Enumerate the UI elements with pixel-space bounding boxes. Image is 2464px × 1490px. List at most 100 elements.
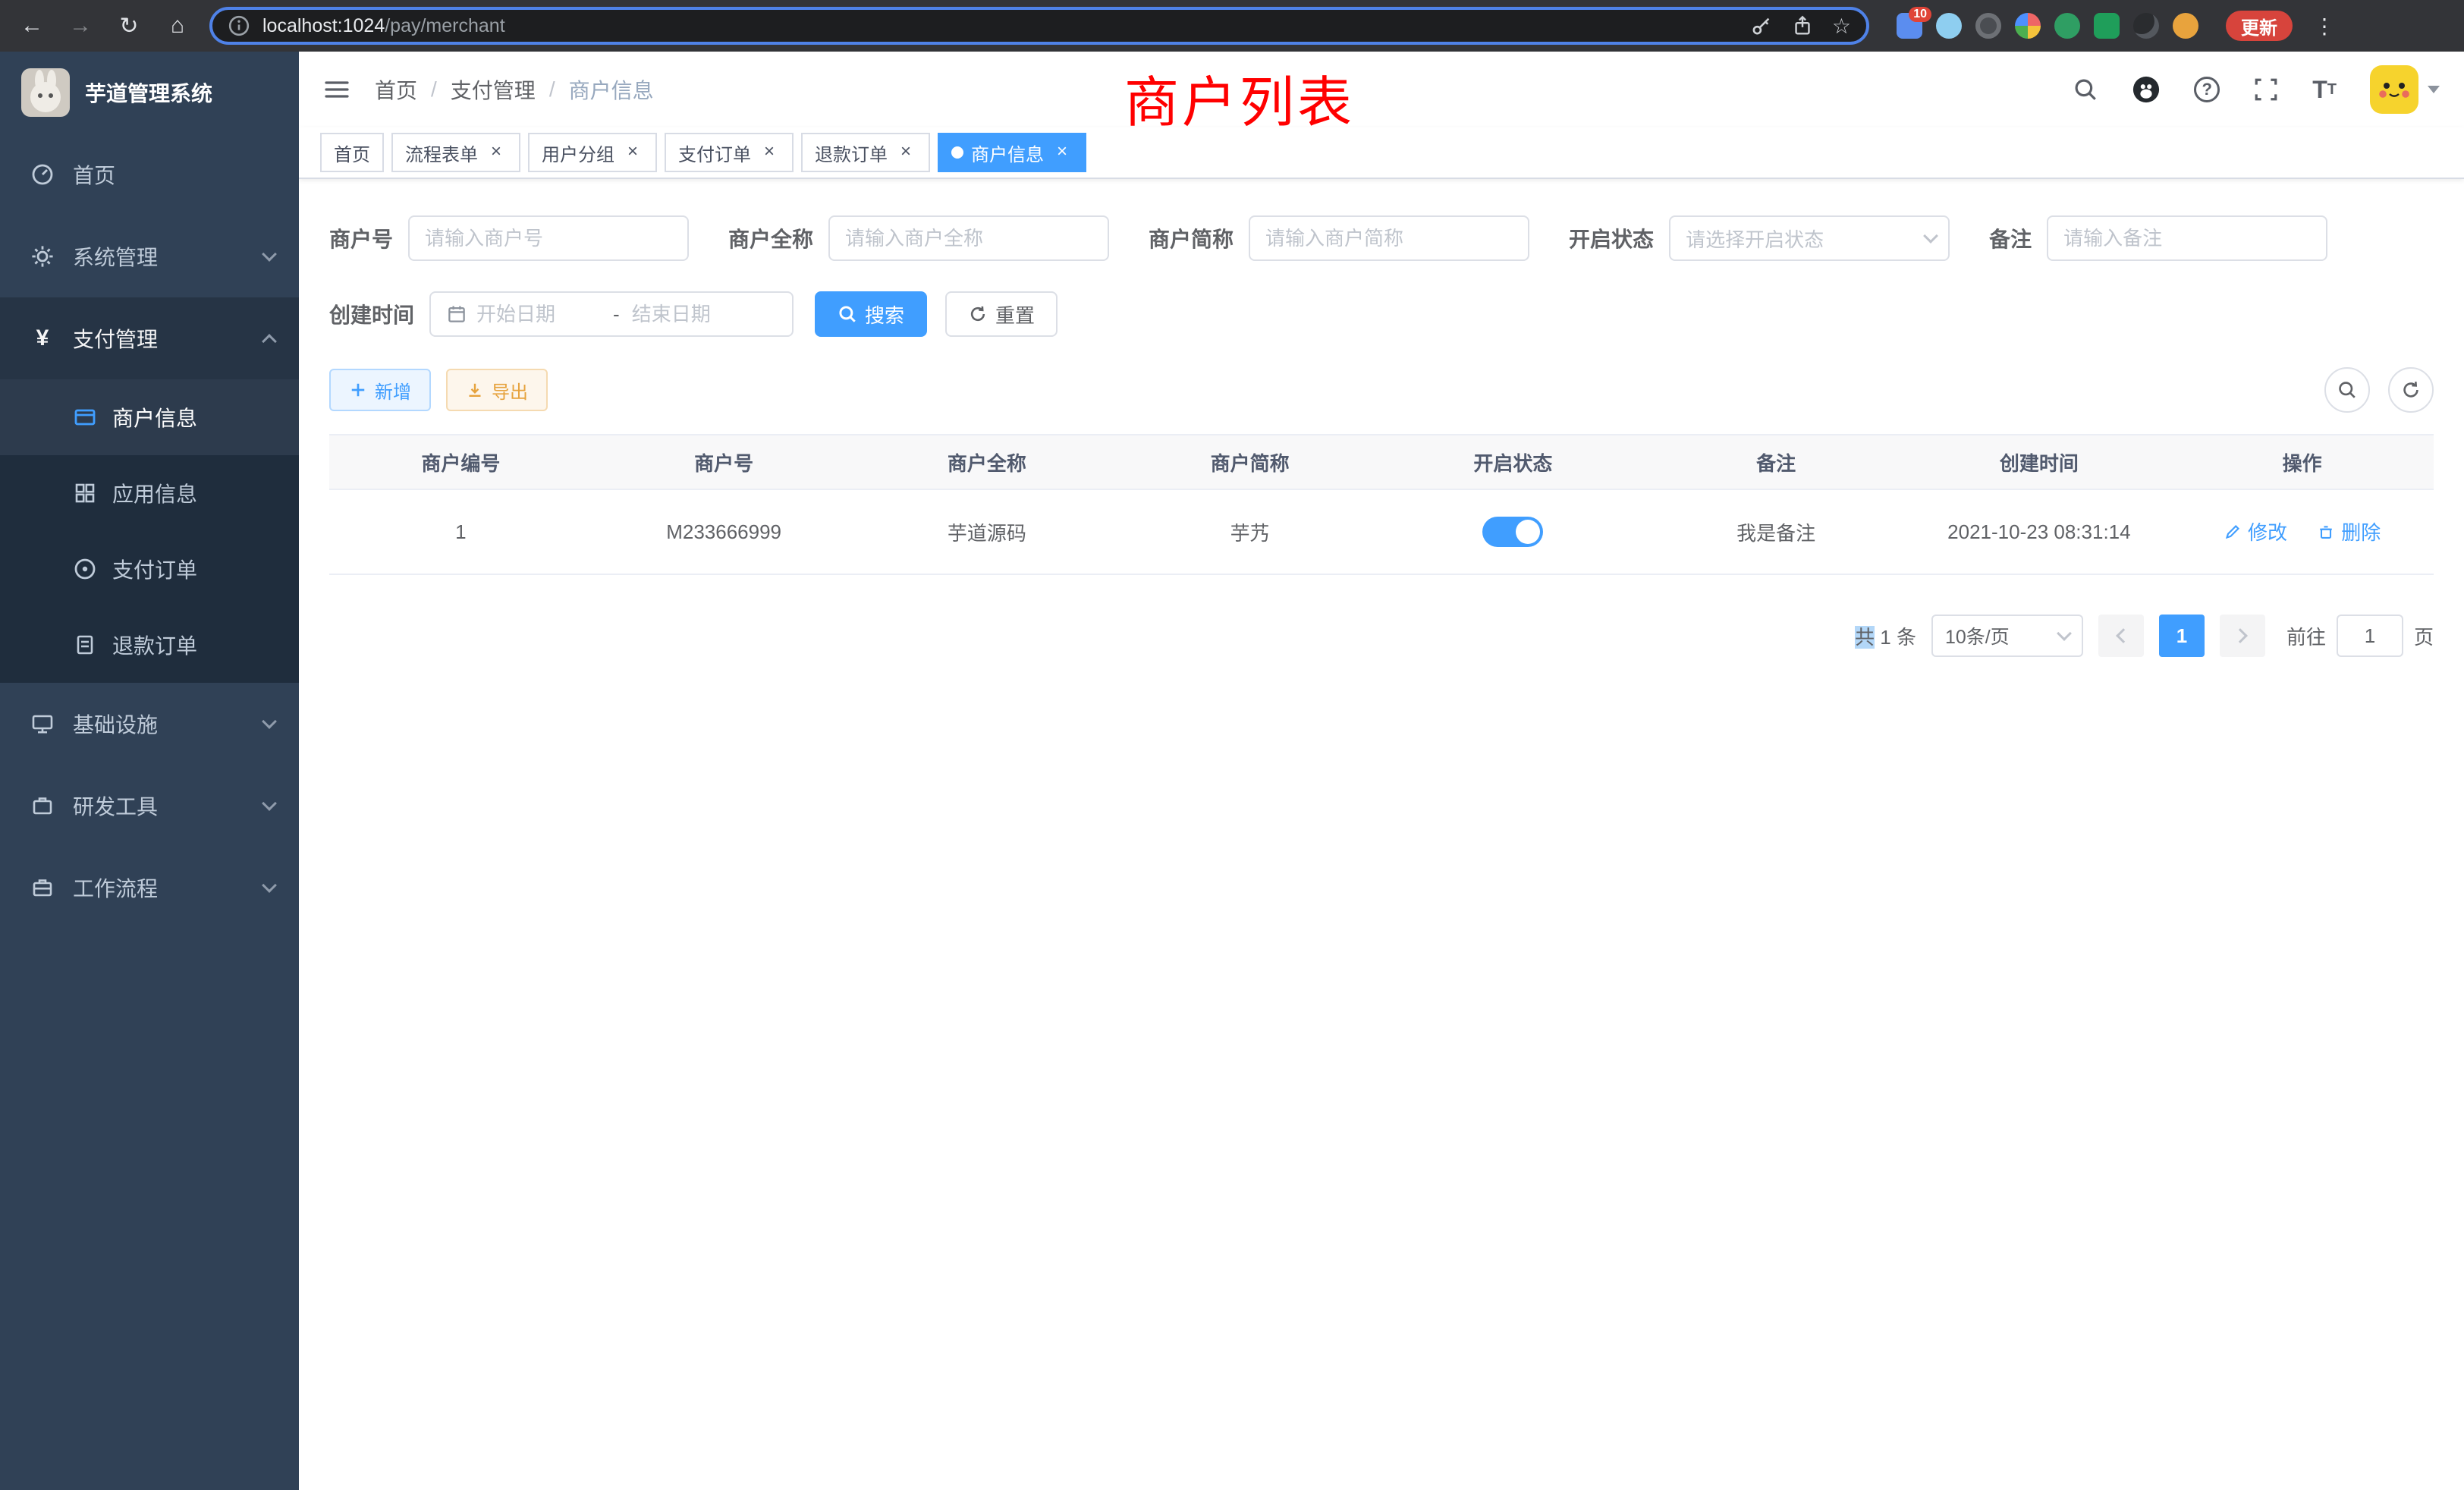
profile-avatar-icon[interactable] [2173, 13, 2198, 39]
home-icon[interactable]: ⌂ [161, 13, 194, 39]
breadcrumb-home[interactable]: 首页 [375, 74, 417, 105]
search-icon[interactable] [2073, 77, 2098, 102]
tag-pay-orders[interactable]: 支付订单 × [665, 133, 794, 172]
hamburger-icon[interactable] [323, 76, 350, 103]
next-page-button[interactable] [2220, 615, 2265, 657]
tag-process-form[interactable]: 流程表单 × [391, 133, 520, 172]
share-icon[interactable] [1791, 14, 1814, 37]
extension-icon-dark[interactable] [1975, 13, 2001, 39]
sidebar-item-dev-tools[interactable]: 研发工具 [0, 765, 299, 847]
refresh-icon [2400, 379, 2422, 401]
cell-remark: 我是备注 [1645, 489, 1908, 574]
font-size-icon[interactable]: TT [2312, 77, 2337, 102]
chevron-down-icon [2057, 626, 2072, 641]
sidebar-item-payment[interactable]: ¥ 支付管理 [0, 297, 299, 379]
url-text: localhost:1024/pay/merchant [262, 15, 505, 37]
extension-icon-blue[interactable]: 10 [1897, 13, 1922, 39]
edit-link-label: 修改 [2248, 517, 2287, 545]
extensions-area: 10 [1897, 13, 2198, 39]
col-merchant-no: 商户号 [592, 435, 856, 489]
goto-page-input[interactable] [2337, 615, 2403, 657]
sidebar-item-label: 支付订单 [112, 554, 197, 584]
total-value: 1 [1880, 626, 1890, 649]
sidebar-item-infrastructure[interactable]: 基础设施 [0, 683, 299, 765]
extension-icon-green-circle[interactable] [2054, 13, 2080, 39]
merchant-no-input[interactable] [408, 215, 689, 261]
plus-icon [349, 381, 367, 399]
toggle-search-button[interactable] [2324, 367, 2370, 413]
site-info-icon[interactable] [228, 14, 250, 37]
sidebar-item-workflow[interactable]: 工作流程 [0, 847, 299, 929]
close-icon[interactable]: × [622, 142, 643, 163]
close-icon[interactable]: × [895, 142, 916, 163]
add-button-label: 新增 [375, 377, 411, 404]
tag-label: 支付订单 [678, 140, 751, 166]
forward-icon[interactable]: → [64, 13, 97, 39]
table-header-row: 商户编号 商户号 商户全称 商户简称 开启状态 备注 创建时间 操作 [329, 435, 2434, 489]
tag-merchant-info[interactable]: 商户信息 × [938, 133, 1086, 172]
cell-actions: 修改 删除 [2170, 489, 2434, 574]
search-button[interactable]: 搜索 [815, 291, 927, 337]
sidebar-item-refund-orders[interactable]: 退款订单 [0, 607, 299, 683]
date-range-picker[interactable]: - [429, 291, 794, 337]
reset-button-label: 重置 [995, 300, 1035, 328]
date-end-input[interactable] [632, 303, 756, 326]
short-name-input[interactable] [1249, 215, 1529, 261]
full-name-input[interactable] [828, 215, 1109, 261]
gear-icon [30, 244, 55, 269]
table-row: 1 M233666999 芋道源码 芋艿 我是备注 2021-10-23 08:… [329, 489, 2434, 574]
app-logo-icon [21, 68, 70, 117]
update-button[interactable]: 更新 [2226, 11, 2293, 41]
export-button[interactable]: 导出 [446, 369, 548, 411]
page-unit-label: 页 [2414, 622, 2434, 650]
user-menu[interactable] [2370, 65, 2440, 114]
col-remark: 备注 [1645, 435, 1908, 489]
chevron-down-icon [262, 796, 277, 811]
close-icon[interactable]: × [1051, 142, 1073, 163]
tag-refund-orders[interactable]: 退款订单 × [801, 133, 930, 172]
date-start-input[interactable] [476, 303, 601, 326]
close-icon[interactable]: × [486, 142, 507, 163]
chevron-down-icon [262, 714, 277, 729]
add-button[interactable]: 新增 [329, 369, 431, 411]
fullscreen-icon[interactable] [2253, 77, 2279, 102]
download-icon [466, 381, 484, 399]
remark-input[interactable] [2047, 215, 2327, 261]
status-select[interactable]: 请选择开启状态 [1669, 215, 1950, 261]
bookmark-star-icon[interactable]: ☆ [1832, 14, 1851, 39]
page-number-1[interactable]: 1 [2159, 615, 2205, 657]
close-icon[interactable]: × [759, 142, 780, 163]
tag-home[interactable]: 首页 [320, 133, 384, 172]
sidebar-item-merchant-info[interactable]: 商户信息 [0, 379, 299, 455]
refresh-table-button[interactable] [2388, 367, 2434, 413]
sidebar-item-label: 应用信息 [112, 478, 197, 508]
back-icon[interactable]: ← [15, 13, 49, 39]
sidebar-item-system[interactable]: 系统管理 [0, 215, 299, 297]
reset-button[interactable]: 重置 [945, 291, 1058, 337]
password-key-icon[interactable] [1750, 14, 1773, 37]
sidebar-item-pay-orders[interactable]: 支付订单 [0, 531, 299, 607]
breadcrumb-payment[interactable]: 支付管理 [451, 74, 536, 105]
help-icon[interactable]: ? [2194, 77, 2220, 102]
extension-icon-green-square[interactable] [2094, 13, 2120, 39]
sidebar-item-home[interactable]: 首页 [0, 134, 299, 215]
page-size-select[interactable]: 10条/页 [1931, 615, 2083, 657]
status-toggle[interactable] [1482, 517, 1543, 547]
address-bar[interactable]: localhost:1024/pay/merchant ☆ [209, 7, 1869, 45]
prev-page-button[interactable] [2098, 615, 2144, 657]
extension-icon-drop[interactable] [1936, 13, 1962, 39]
pagination: 共 1 条 10条/页 1 前往 页 [329, 615, 2434, 657]
delete-link[interactable]: 删除 [2317, 517, 2381, 545]
edit-link[interactable]: 修改 [2224, 517, 2287, 545]
app-logo-row[interactable]: 芋道管理系统 [0, 52, 299, 134]
extension-icon-colorful[interactable] [2015, 13, 2041, 39]
github-icon[interactable] [2132, 75, 2161, 104]
browser-menu-icon[interactable]: ⋮ [2314, 14, 2335, 39]
col-merchant-index: 商户编号 [329, 435, 592, 489]
extension-icon-pinwheel[interactable] [2133, 13, 2159, 39]
sidebar-item-app-info[interactable]: 应用信息 [0, 455, 299, 531]
tag-user-group[interactable]: 用户分组 × [528, 133, 657, 172]
sidebar-item-label: 工作流程 [73, 872, 158, 903]
briefcase-icon [30, 875, 55, 900]
refresh-icon[interactable]: ↻ [112, 13, 146, 39]
